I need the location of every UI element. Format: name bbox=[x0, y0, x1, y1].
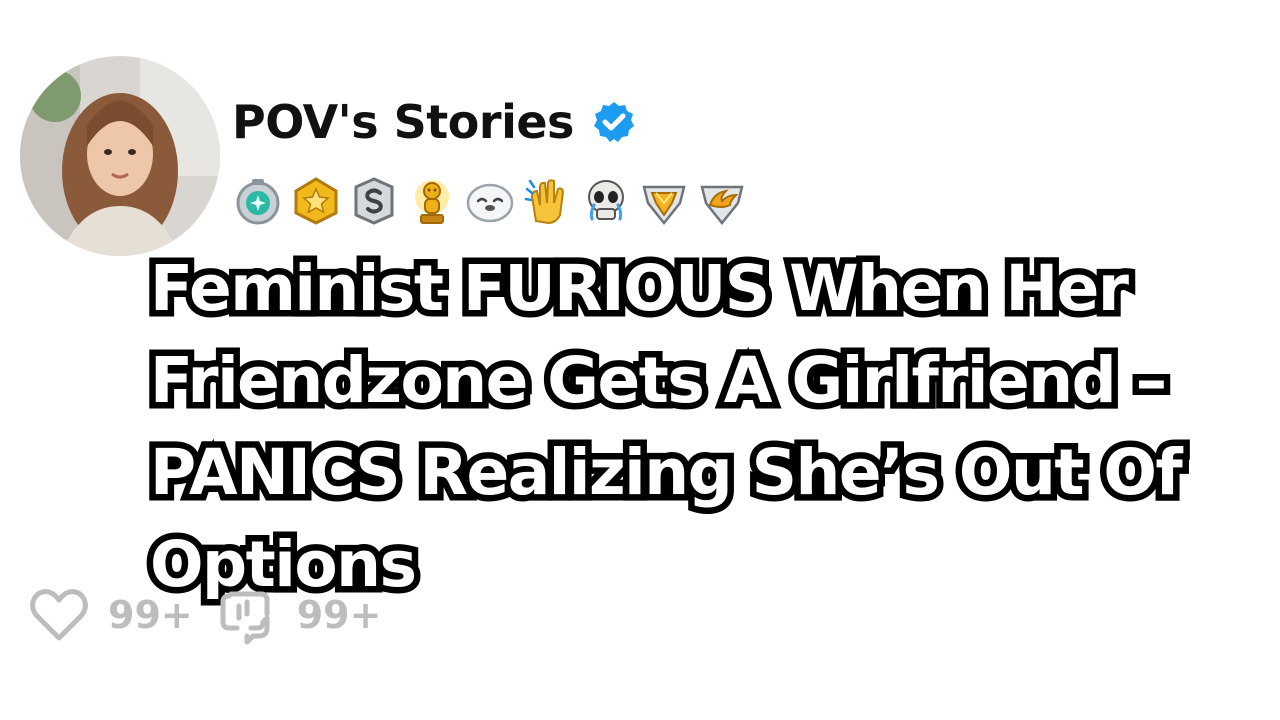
clapping-hands-award-icon bbox=[522, 175, 574, 227]
post-title[interactable]: Feminist FURIOUS When Her Friendzone Get… bbox=[144, 243, 1270, 611]
author-name[interactable]: POV's Stories bbox=[232, 95, 574, 149]
gold-trophy-award-icon bbox=[406, 175, 458, 227]
post-stats: 99+ 99+ bbox=[28, 583, 405, 647]
comment-icon[interactable] bbox=[217, 584, 279, 646]
likes-count: 99+ bbox=[108, 593, 193, 637]
heart-icon[interactable] bbox=[28, 584, 90, 646]
helpful-award-icon bbox=[232, 175, 284, 227]
awards-row bbox=[232, 175, 748, 227]
post-title-line-2: Friendzone Gets A Girlfriend – bbox=[144, 338, 1174, 424]
skull-crying-award-icon bbox=[580, 175, 632, 227]
avatar-photo bbox=[20, 56, 220, 256]
silver-award-icon bbox=[348, 175, 400, 227]
gold-diamond-award-icon bbox=[638, 175, 690, 227]
star-award-icon bbox=[290, 175, 342, 227]
author-row: POV's Stories bbox=[232, 92, 636, 152]
comments-count: 99+ bbox=[296, 593, 382, 637]
avatar[interactable] bbox=[20, 56, 220, 256]
verified-badge-icon bbox=[592, 100, 636, 144]
post-title-line-1: Feminist FURIOUS When Her bbox=[144, 246, 1136, 332]
wings-award-icon bbox=[696, 175, 748, 227]
post-title-line-3: PANICS Realizing She’s Out Of bbox=[144, 430, 1190, 516]
seal-award-icon bbox=[464, 175, 516, 227]
